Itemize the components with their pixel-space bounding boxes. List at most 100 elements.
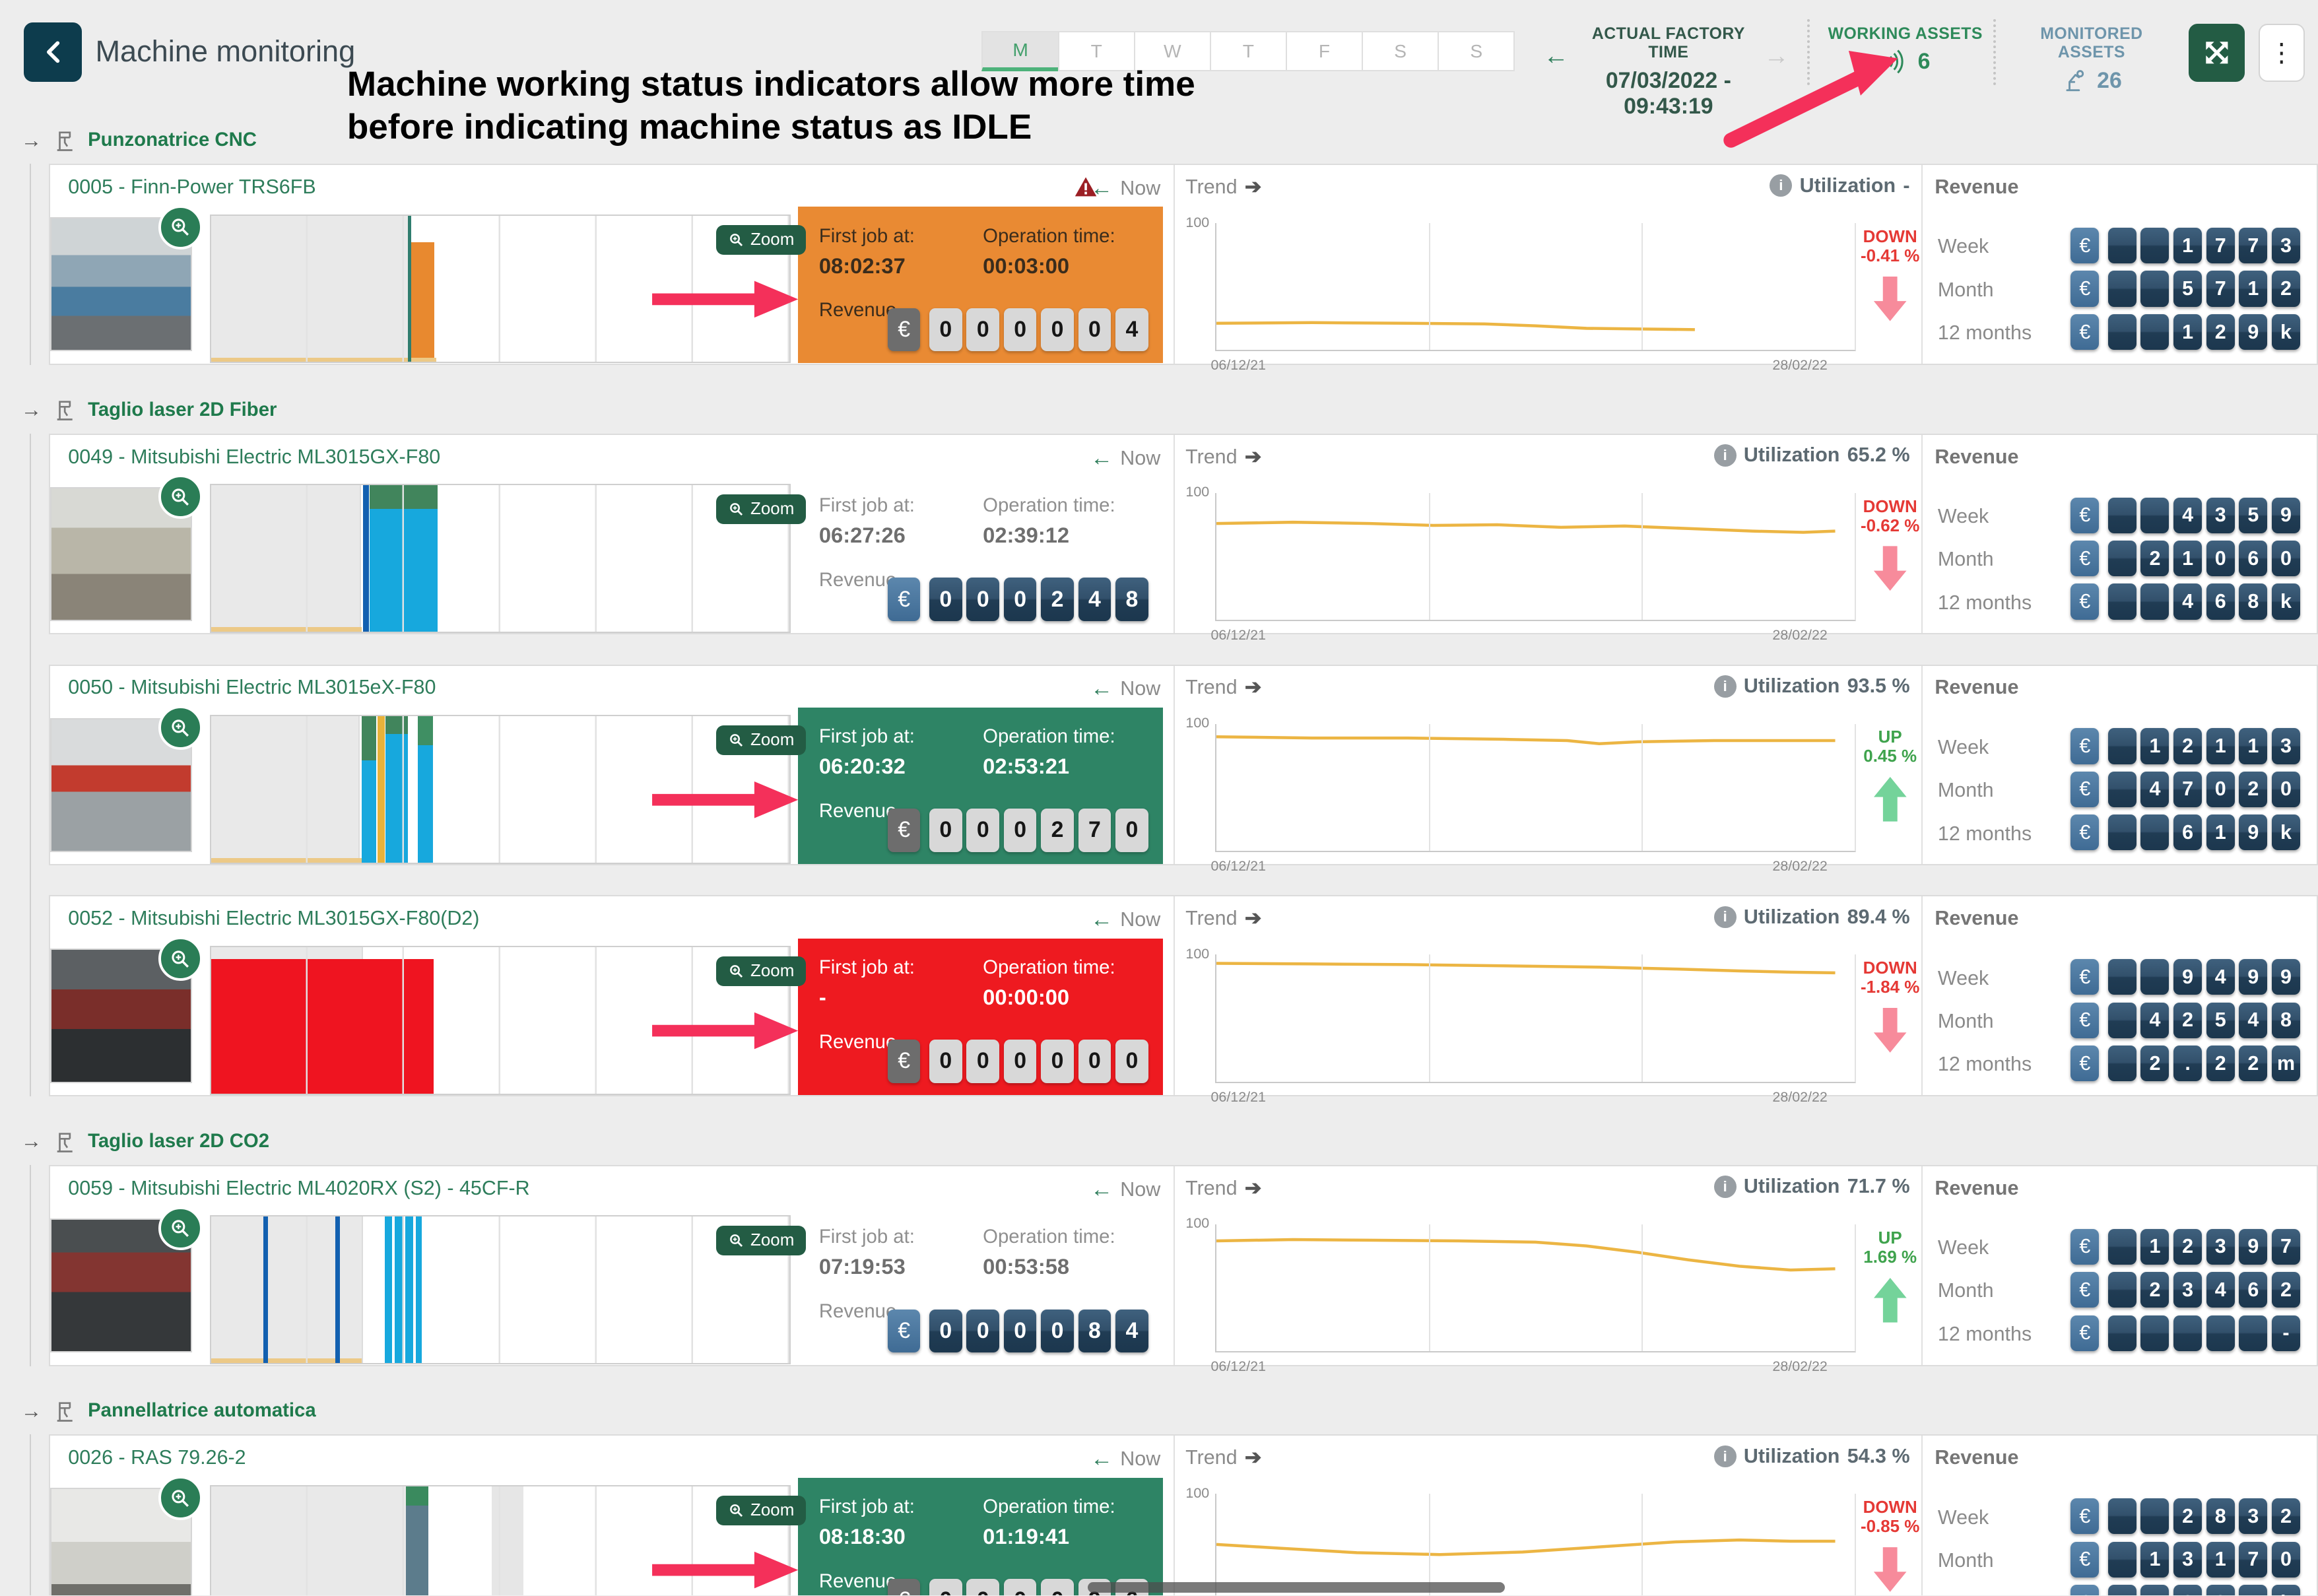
divider — [1174, 1166, 1175, 1365]
now-arrow-icon: ← — [1090, 176, 1113, 201]
magnifier-icon — [728, 963, 745, 980]
utilization-label: Utilization — [1744, 1445, 1840, 1468]
info-icon[interactable]: i — [1714, 675, 1737, 698]
info-icon[interactable]: i — [1714, 1176, 1737, 1198]
info-icon[interactable]: i — [1770, 174, 1792, 197]
section-expand-arrow-icon: → — [21, 397, 42, 422]
magnifier-badge[interactable] — [158, 706, 203, 750]
digit-box: 4 — [1078, 578, 1111, 620]
info-icon[interactable]: i — [1714, 1446, 1737, 1468]
day-tab-7[interactable]: S — [1438, 31, 1515, 71]
magnifier-badge[interactable] — [158, 1476, 203, 1520]
day-tab-5[interactable]: F — [1286, 31, 1363, 71]
back-button[interactable] — [24, 22, 82, 82]
digit-box — [2206, 1315, 2235, 1351]
trend-header[interactable]: Trend➔ — [1185, 1446, 1261, 1469]
trend-chart — [1215, 1224, 1856, 1352]
euro-box: € — [2070, 772, 2099, 807]
zoom-button[interactable]: Zoom — [716, 494, 806, 524]
machine-card: 0050 - Mitsubishi Electric ML3015eX-F80 … — [49, 665, 2318, 866]
first-job-value: 06:20:32 — [819, 754, 915, 779]
revenue-row-month: Month€23462 — [1938, 1272, 2300, 1311]
panel-revenue-digits: €000004 — [883, 308, 1148, 351]
zoom-button[interactable]: Zoom — [716, 725, 806, 755]
digit-box: 0 — [929, 1040, 962, 1082]
digit-box: k — [2272, 314, 2300, 350]
utilization-value: - — [1903, 174, 1909, 197]
zoom-button[interactable]: Zoom — [716, 956, 806, 986]
section-header[interactable]: → Taglio laser 2D Fiber — [21, 395, 2318, 424]
operation-time-label: Operation time: — [983, 225, 1115, 248]
digit-box: 9 — [2239, 959, 2267, 995]
divider — [1174, 1436, 1175, 1595]
status-panel: First job at:08:18:30 Operation time:01:… — [798, 1478, 1163, 1596]
month-label: Month — [1938, 279, 1994, 302]
trend-header[interactable]: Trend➔ — [1185, 907, 1261, 930]
week-digits: €4359 — [2067, 498, 2300, 533]
machine-title-link[interactable]: 0052 - Mitsubishi Electric ML3015GX-F80(… — [68, 907, 479, 930]
magnifier-badge[interactable] — [158, 475, 203, 519]
digit-box: 7 — [2272, 1229, 2300, 1265]
timeline-chart[interactable] — [210, 1485, 791, 1595]
day-tab-6[interactable]: S — [1362, 31, 1439, 71]
now-label: Now — [1120, 908, 1160, 931]
info-icon[interactable]: i — [1714, 444, 1737, 467]
prev-day-arrow-icon[interactable]: ← — [1543, 42, 1568, 71]
section-body: 0059 - Mitsubishi Electric ML4020RX (S2)… — [30, 1165, 2318, 1366]
horizontal-scrollbar[interactable] — [1088, 1582, 1505, 1593]
operation-time-label: Operation time: — [983, 956, 1115, 979]
digit-box: 0 — [966, 1310, 999, 1352]
trend-indicator: DOWN -0.62 % — [1856, 498, 1925, 591]
trend-direction: UP — [1856, 728, 1925, 747]
timeline-chart[interactable] — [210, 715, 791, 864]
trend-header[interactable]: Trend➔ — [1185, 1177, 1261, 1200]
zoom-button[interactable]: Zoom — [716, 1226, 806, 1255]
machine-title-link[interactable]: 0059 - Mitsubishi Electric ML4020RX (S2)… — [68, 1177, 529, 1200]
revenue-row-12-months: 12 months€- — [1938, 1315, 2300, 1354]
revenue-row-week: Week€1773 — [1938, 228, 2300, 267]
digit-box: 3 — [2206, 498, 2235, 533]
now-arrow-icon: ← — [1090, 446, 1113, 471]
digit-box: 2 — [2206, 314, 2235, 350]
info-icon[interactable]: i — [1714, 906, 1737, 929]
machine-title-link[interactable]: 0026 - RAS 79.26-2 — [68, 1446, 246, 1469]
digit-box — [2140, 1498, 2169, 1534]
revenue-row-month: Month€21060 — [1938, 541, 2300, 580]
machine-title-link[interactable]: 0049 - Mitsubishi Electric ML3015GX-F80 — [68, 446, 440, 469]
machine-title-link[interactable]: 0050 - Mitsubishi Electric ML3015eX-F80 — [68, 676, 436, 699]
section-expand-arrow-icon: → — [21, 1399, 42, 1423]
digit-box: 2 — [1041, 578, 1074, 620]
magnifier-badge[interactable] — [158, 205, 203, 249]
more-menu-button[interactable]: ⋮ — [2259, 24, 2305, 82]
day-tab-4[interactable]: T — [1210, 31, 1287, 71]
digit-box: 0 — [1115, 809, 1148, 851]
fullscreen-button[interactable] — [2189, 24, 2245, 82]
trend-header[interactable]: Trend➔ — [1185, 176, 1261, 199]
digit-box — [2108, 228, 2136, 263]
month-digits: €5712 — [2067, 271, 2300, 306]
timeline-chart[interactable] — [210, 946, 791, 1095]
first-job-label: First job at: — [819, 494, 915, 517]
trend-header[interactable]: Trend➔ — [1185, 676, 1261, 699]
section-header[interactable]: → Taglio laser 2D CO2 — [21, 1126, 2318, 1156]
digit-box: 8 — [2239, 583, 2267, 619]
monitored-assets-value: 26 — [2097, 68, 2122, 94]
digit-box: 9 — [2272, 498, 2300, 533]
robot-arm-icon — [2061, 67, 2090, 95]
section-header[interactable]: → Pannellatrice automatica — [21, 1396, 2318, 1426]
timeline-chart[interactable] — [210, 215, 791, 364]
digit-box: 2 — [2173, 1229, 2202, 1265]
zoom-button[interactable]: Zoom — [716, 1496, 806, 1525]
magnifier-badge[interactable] — [158, 937, 203, 981]
divider — [1921, 896, 1923, 1095]
timeline-chart[interactable] — [210, 1215, 791, 1364]
machine-title-link[interactable]: 0005 - Finn-Power TRS6FB — [68, 176, 315, 199]
trend-header[interactable]: Trend➔ — [1185, 446, 1261, 469]
annotation-text: Machine working status indicators allow … — [347, 63, 1195, 149]
digit-box — [2108, 314, 2136, 350]
magnifier-badge[interactable] — [158, 1207, 203, 1251]
zoom-button[interactable]: Zoom — [716, 225, 806, 255]
timeline-chart[interactable] — [210, 484, 791, 633]
twelve-months-digits: €235k — [2067, 1585, 2300, 1595]
digit-box — [2140, 228, 2169, 263]
